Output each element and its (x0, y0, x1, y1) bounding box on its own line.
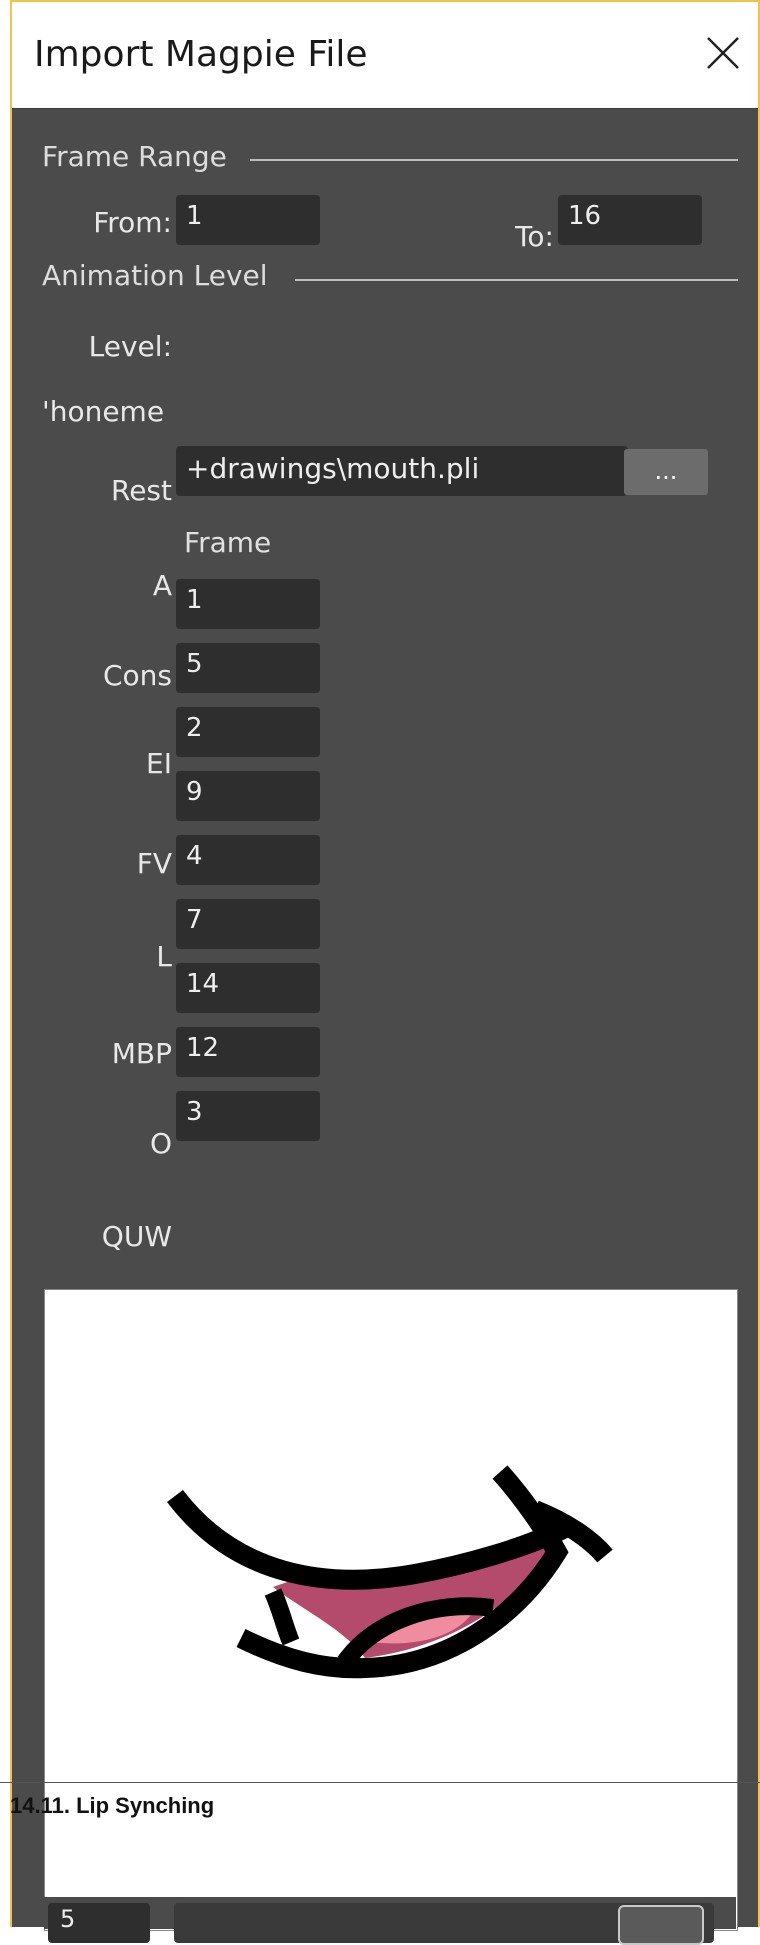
phoneme-label-a: A (152, 569, 172, 602)
from-field[interactable]: 1 (176, 195, 320, 245)
phoneme-l-frame-field-1[interactable]: 7 (176, 899, 320, 949)
document-section-caption: 14.11. Lip Synching (10, 1793, 215, 1818)
title-bar: Import Magpie File (12, 2, 758, 109)
frame-range-divider (250, 159, 738, 161)
phoneme-fv-frame-field[interactable]: 4 (176, 835, 320, 885)
phoneme-ei-frame-field-2[interactable]: 9 (176, 771, 320, 821)
preview-frame-field[interactable]: 5 (48, 1903, 150, 1943)
phoneme-l-frame-field-2[interactable]: 14 (176, 963, 320, 1013)
phoneme-o-frame-field[interactable]: 3 (176, 1091, 320, 1141)
frame-column-label: Frame (184, 526, 272, 559)
phoneme-label: 'honeme (42, 395, 165, 428)
rest-label: Rest (111, 474, 172, 507)
preview-navigation: 5 (44, 1897, 736, 1945)
phoneme-cons-frame-field[interactable]: 5 (176, 643, 320, 693)
close-icon (707, 37, 739, 69)
phoneme-ei-frame-field-1[interactable]: 2 (176, 707, 320, 757)
browse-button[interactable]: ... (624, 449, 708, 495)
phoneme-label-o: O (149, 1127, 172, 1160)
to-field[interactable]: 16 (558, 195, 702, 245)
document-divider (0, 1782, 760, 1783)
animation-level-divider (295, 279, 738, 281)
phoneme-label-ei: EI (146, 747, 172, 780)
import-magpie-dialog: Import Magpie File Frame Range From: 1 T… (10, 0, 760, 1945)
drawing-preview (44, 1289, 738, 1931)
phoneme-label-quw: QUW (101, 1220, 172, 1253)
phoneme-label-l: L (156, 940, 172, 973)
phoneme-label-mbp: MBP (111, 1037, 172, 1070)
animation-level-heading: Animation Level (42, 259, 268, 292)
phoneme-mbp-frame-field[interactable]: 12 (176, 1027, 320, 1077)
to-label: To: (515, 220, 554, 253)
level-label: Level: (88, 330, 172, 363)
phoneme-label-fv: FV (136, 847, 172, 880)
preview-frame-slider[interactable] (174, 1903, 714, 1945)
close-button[interactable] (700, 30, 746, 76)
slider-handle[interactable] (618, 1905, 704, 1945)
frame-range-heading: Frame Range (42, 140, 227, 173)
from-label: From: (93, 206, 172, 239)
rest-path-field[interactable]: +drawings\mouth.pli (176, 446, 628, 496)
dialog-title: Import Magpie File (34, 34, 368, 75)
phoneme-label-cons: Cons (102, 659, 172, 692)
mouth-drawing (167, 1465, 613, 1679)
phoneme-a-frame-field[interactable]: 1 (176, 579, 320, 629)
